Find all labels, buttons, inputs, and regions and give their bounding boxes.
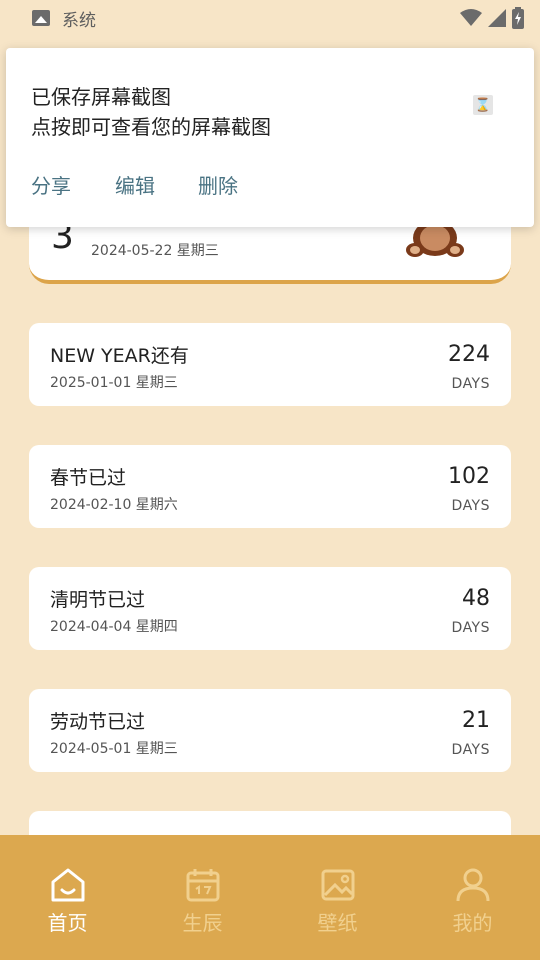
signal-icon [488, 9, 506, 27]
nav-label-wallpaper: 壁纸 [317, 911, 358, 935]
event-days-count: 102 [448, 464, 490, 489]
event-days-unit: DAYS [451, 376, 490, 392]
event-title: 清明节已过 [50, 589, 146, 611]
event-card[interactable]: 春节已过 2024-02-10 星期六 102 DAYS [29, 445, 511, 528]
event-card[interactable]: NEW YEAR还有 2025-01-01 星期三 224 DAYS [29, 323, 511, 406]
event-date: 2024-02-10 星期六 [50, 497, 178, 513]
nav-label-birthday: 生辰 [182, 911, 223, 935]
share-button[interactable]: 分享 [31, 170, 71, 199]
calendar-icon [186, 869, 219, 902]
featured-date: 2024-05-22 星期三 [91, 243, 219, 259]
event-days-count: 21 [462, 708, 490, 733]
home-icon [51, 868, 84, 902]
nav-item-mine[interactable]: 我的 [405, 835, 540, 960]
battery-icon [512, 7, 524, 29]
image-notification-icon [32, 10, 50, 26]
edit-button[interactable]: 编辑 [115, 170, 155, 199]
event-title: 春节已过 [50, 467, 127, 489]
screenshot-notification[interactable]: 已保存屏幕截图 点按即可查看您的屏幕截图 ⌛ 分享 编辑 删除 [6, 48, 534, 227]
status-bar: 系统 [0, 0, 540, 36]
nav-item-home[interactable]: 首页 [0, 835, 135, 960]
event-date: 2024-05-01 星期三 [50, 741, 178, 757]
event-date: 2025-01-01 星期三 [50, 375, 178, 391]
user-icon [456, 868, 489, 902]
nav-item-birthday[interactable]: 生辰 [135, 835, 270, 960]
delete-button[interactable]: 删除 [198, 170, 238, 199]
event-date: 2024-04-04 星期四 [50, 619, 178, 635]
event-days-count: 48 [462, 586, 490, 611]
event-title: NEW YEAR还有 [50, 345, 189, 367]
event-days-count: 224 [448, 342, 490, 367]
bottom-nav: 首页 生辰 壁纸 我的 [0, 835, 540, 960]
event-card[interactable]: 劳动节已过 2024-05-01 星期三 21 DAYS [29, 689, 511, 772]
event-title: 劳动节已过 [50, 711, 146, 733]
nav-label-home: 首页 [47, 911, 88, 935]
wifi-icon [460, 9, 482, 26]
nav-label-mine: 我的 [452, 911, 493, 935]
notification-subtitle: 点按即可查看您的屏幕截图 [31, 115, 271, 139]
notification-title: 已保存屏幕截图 [31, 85, 171, 109]
status-icons [460, 7, 524, 29]
event-card[interactable]: 清明节已过 2024-04-04 星期四 48 DAYS [29, 567, 511, 650]
nav-item-wallpaper[interactable]: 壁纸 [270, 835, 405, 960]
hourglass-icon: ⌛ [473, 95, 493, 115]
event-days-unit: DAYS [451, 620, 490, 636]
status-app-label: 系统 [62, 10, 96, 31]
event-days-unit: DAYS [451, 742, 490, 758]
event-days-unit: DAYS [451, 498, 490, 514]
image-icon [321, 869, 354, 901]
